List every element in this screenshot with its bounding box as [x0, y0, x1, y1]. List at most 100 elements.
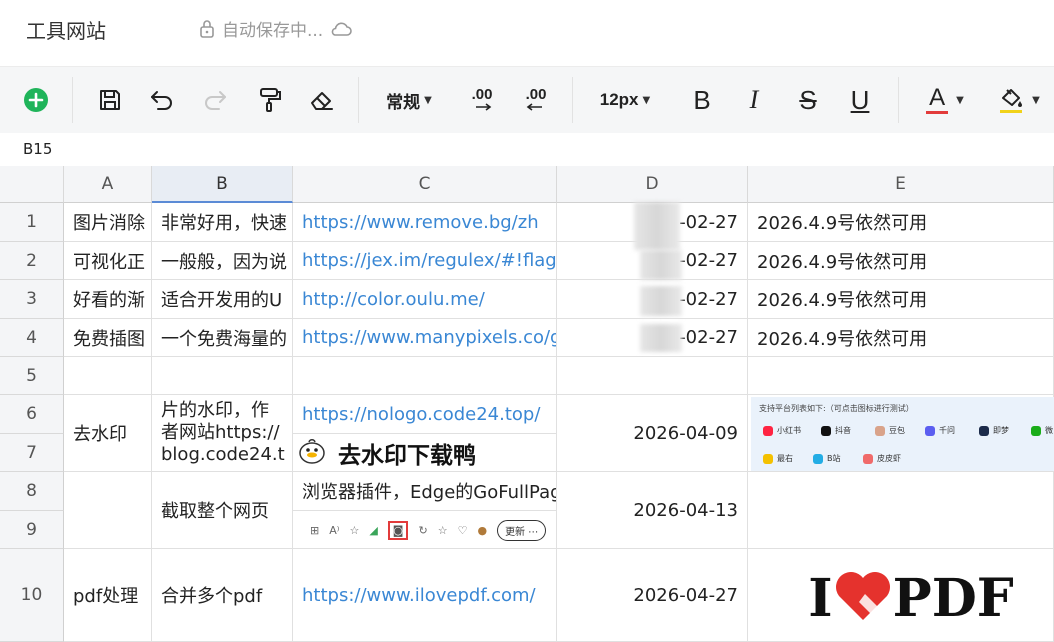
column-header-c[interactable]: C — [293, 166, 557, 203]
fill-color-button[interactable]: ▼ — [992, 67, 1046, 133]
add-button[interactable] — [20, 67, 52, 133]
row-header[interactable]: 5 — [0, 357, 64, 395]
cell-e1[interactable]: 2026.4.9号依然可用 — [748, 203, 1054, 242]
font-size-dropdown[interactable]: 12px ▼ — [592, 67, 658, 133]
row-header[interactable]: 8 — [0, 472, 64, 511]
cell-a1[interactable]: 图片消除 — [64, 203, 152, 242]
toolbar-divider — [358, 77, 359, 123]
save-status: 自动保存中... — [198, 16, 353, 41]
cell-e5[interactable] — [748, 357, 1054, 395]
cell-a6[interactable]: 去水印 — [64, 395, 152, 472]
name-box[interactable]: B15 — [23, 140, 52, 158]
cell-d6[interactable]: 2026-04-09 — [557, 395, 748, 472]
platform-wechat: 微 — [1031, 425, 1053, 436]
bold-button[interactable]: B — [686, 67, 718, 133]
cell-e3[interactable]: 2026.4.9号依然可用 — [748, 280, 1054, 319]
cell-a2[interactable]: 可视化正 — [64, 242, 152, 280]
column-header-a[interactable]: A — [64, 166, 152, 203]
cell-a8[interactable] — [64, 472, 152, 549]
spreadsheet-grid: A B C D E 1 2 3 4 5 6 7 8 9 10 图片消除 非常好用… — [0, 166, 1054, 642]
cell-c4[interactable]: https://www.manypixels.co/ga — [293, 319, 557, 357]
caret-down-icon: ▼ — [1032, 94, 1040, 106]
cell-b3[interactable]: 适合开发用的U — [152, 280, 293, 319]
cell-e8[interactable] — [748, 472, 1054, 549]
cell-d8[interactable]: 2026-04-13 — [557, 472, 748, 549]
cell-b1[interactable]: 非常好用，快速 — [152, 203, 293, 242]
italic-button[interactable]: I — [738, 67, 770, 133]
cell-b6[interactable]: 片的水印，作者网站https://blog.code24.t — [152, 395, 293, 472]
increase-decimal-button[interactable]: .00 — [464, 67, 500, 133]
bold-icon: B — [693, 85, 711, 115]
row-header[interactable]: 10 — [0, 549, 64, 642]
font-color-button[interactable]: A ▼ — [918, 67, 972, 133]
redo-icon — [201, 87, 229, 113]
cell-c8[interactable]: 浏览器插件，Edge的GoFullPag — [293, 472, 557, 511]
toolbar: 常规 ▼ .00 .00 12px ▼ B I S U A ▼ ▼ — [0, 66, 1054, 134]
row-header[interactable]: 4 — [0, 319, 64, 357]
cell-a4[interactable]: 免费插图 — [64, 319, 152, 357]
redacted-area — [634, 202, 680, 250]
cell-b2[interactable]: 一般般，因为说 — [152, 242, 293, 280]
banner-title: 去水印下载鸭 — [338, 443, 476, 469]
wechat-icon — [1031, 425, 1041, 436]
row-header[interactable]: 2 — [0, 242, 64, 280]
undo-button[interactable] — [146, 67, 178, 133]
underline-button[interactable]: U — [844, 67, 876, 133]
leaf-icon: ◢ — [369, 523, 378, 537]
redo-button[interactable] — [199, 67, 231, 133]
cell-e2[interactable]: 2026.4.9号依然可用 — [748, 242, 1054, 280]
cell-b4[interactable]: 一个免费海量的 — [152, 319, 293, 357]
cell-b5[interactable] — [152, 357, 293, 395]
cell-a3[interactable]: 好看的渐 — [64, 280, 152, 319]
toolbar-divider — [898, 77, 899, 123]
arrow-right-icon — [470, 102, 494, 112]
cell-c10[interactable]: https://www.ilovepdf.com/ — [293, 549, 557, 642]
font-color-letter: A — [929, 84, 946, 111]
cell-d5[interactable] — [557, 357, 748, 395]
cell-b10[interactable]: 合并多个pdf — [152, 549, 293, 642]
underline-icon: U — [850, 85, 870, 115]
cell-a10[interactable]: pdf处理 — [64, 549, 152, 642]
grid-icon: ⊞ — [310, 523, 320, 537]
heart-logo-icon — [833, 568, 893, 628]
cell-c3[interactable]: http://color.oulu.me/ — [293, 280, 557, 319]
column-header-d[interactable]: D — [557, 166, 748, 203]
row-header[interactable]: 6 — [0, 395, 64, 434]
row-header[interactable]: 1 — [0, 203, 64, 242]
select-all-corner[interactable] — [0, 166, 64, 203]
clear-format-button[interactable] — [306, 67, 338, 133]
cell-c1[interactable]: https://www.remove.bg/zh — [293, 203, 557, 242]
title-bar: 工具网站 自动保存中... — [0, 0, 1054, 66]
redacted-area — [640, 286, 682, 316]
save-button[interactable] — [94, 67, 126, 133]
platform-zuiyou: 最右 — [763, 453, 793, 464]
row-header[interactable]: 7 — [0, 434, 64, 472]
column-header-e[interactable]: E — [748, 166, 1054, 203]
row-header[interactable]: 9 — [0, 511, 64, 549]
format-painter-button[interactable] — [254, 67, 286, 133]
cell-b8[interactable]: 截取整个网页 — [152, 472, 293, 549]
cell-d10[interactable]: 2026-04-27 — [557, 549, 748, 642]
platform-qianwen: 千问 — [925, 425, 955, 436]
browser-toolbar-image: ⊞ A⁾ ☆ ◢ ◙ ↻ ☆ ♡ ● 更新 ⋯ — [294, 514, 556, 546]
save-status-text: 自动保存中... — [222, 21, 324, 41]
decrease-decimal-button[interactable]: .00 — [518, 67, 554, 133]
caret-down-icon: ▼ — [642, 94, 651, 106]
camera-icon: ◙ — [387, 520, 409, 540]
redacted-area — [640, 250, 682, 280]
platform-bilibili: B站 — [813, 453, 841, 464]
cell-c6[interactable]: https://nologo.code24.top/ — [293, 395, 557, 434]
toolbar-divider — [72, 77, 73, 123]
strikethrough-button[interactable]: S — [792, 67, 824, 133]
column-header-b[interactable]: B — [152, 166, 293, 203]
document-title[interactable]: 工具网站 — [26, 15, 106, 44]
cell-c5[interactable] — [293, 357, 557, 395]
font-color-swatch — [926, 111, 949, 114]
row-header[interactable]: 3 — [0, 280, 64, 319]
cell-e4[interactable]: 2026.4.9号依然可用 — [748, 319, 1054, 357]
platform-list-image: 支持平台列表如下:（可点击图标进行测试） 小红书 抖音 豆包 千问 即梦 微 最… — [751, 397, 1054, 471]
cell-a5[interactable] — [64, 357, 152, 395]
number-format-dropdown[interactable]: 常规 ▼ — [378, 67, 440, 133]
cell-c2[interactable]: https://jex.im/regulex/#!flags= — [293, 242, 557, 280]
qianwen-icon — [925, 425, 935, 436]
